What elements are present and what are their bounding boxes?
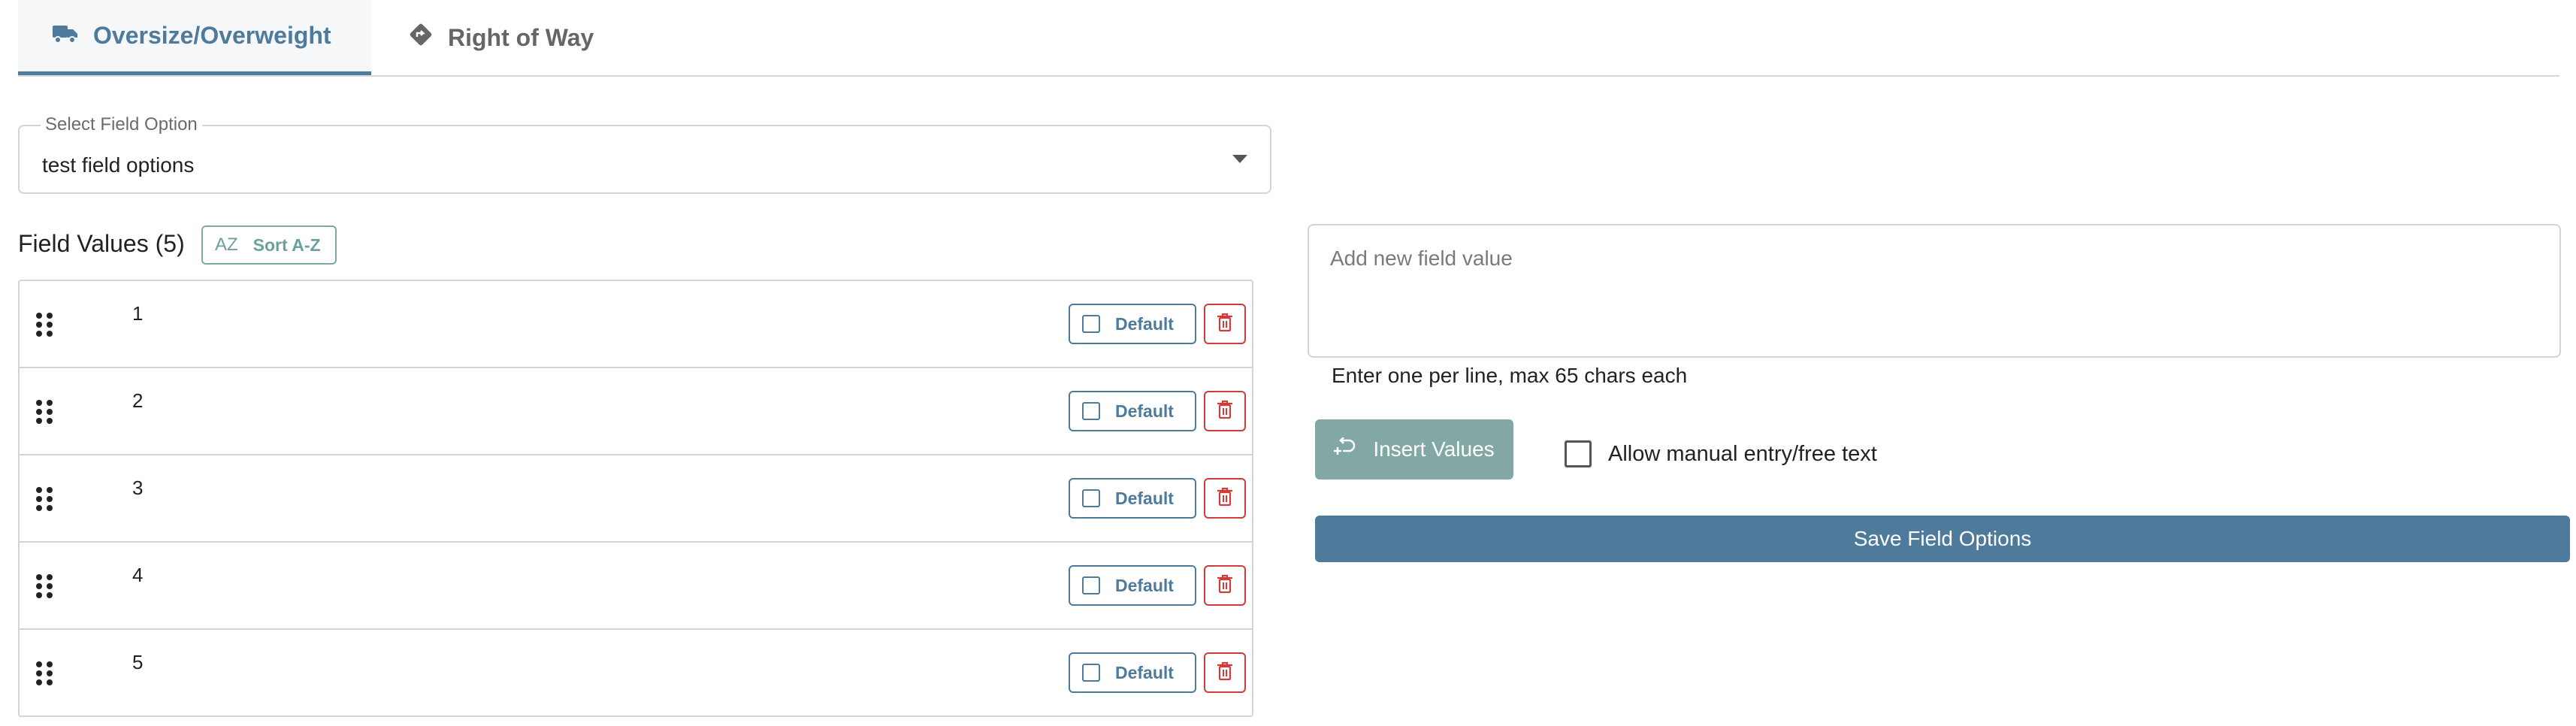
default-label: Default <box>1115 488 1174 508</box>
default-toggle-button[interactable]: Default <box>1069 478 1196 519</box>
delete-button[interactable] <box>1204 478 1246 519</box>
default-toggle-button[interactable]: Default <box>1069 391 1196 431</box>
truck-icon <box>53 22 93 50</box>
trash-icon <box>1217 574 1233 597</box>
drag-handle-icon[interactable] <box>36 574 54 598</box>
checkbox-icon <box>1082 576 1100 594</box>
checkbox-icon[interactable] <box>1565 440 1592 467</box>
checkbox-icon <box>1082 315 1100 333</box>
field-values-list: 1 Default 2 Default 3 Default 4 Default 5 Default <box>18 280 1253 717</box>
save-field-options-button[interactable]: Save Field Options <box>1315 516 2570 562</box>
tab-label: Oversize/Overweight <box>93 22 331 49</box>
trash-icon <box>1217 661 1233 685</box>
tab-oversize-overweight[interactable]: Oversize/Overweight <box>18 0 371 75</box>
insert-values-button[interactable]: Insert Values <box>1315 419 1513 479</box>
list-item: 5 Default <box>20 630 1252 715</box>
field-value-text: 5 <box>132 651 144 673</box>
trash-icon <box>1217 487 1233 510</box>
default-label: Default <box>1115 401 1174 421</box>
field-value-text: 1 <box>132 302 144 325</box>
insert-icon <box>1334 436 1373 462</box>
field-values-title: Field Values (5) <box>18 230 185 257</box>
tab-bar: Oversize/Overweight Right of Way <box>18 0 2559 77</box>
tab-label: Right of Way <box>448 23 594 51</box>
drag-handle-icon[interactable] <box>36 661 54 685</box>
delete-button[interactable] <box>1204 652 1246 693</box>
save-label: Save Field Options <box>1853 527 2032 550</box>
field-value-text: 3 <box>132 476 144 499</box>
manual-entry-checkbox[interactable]: Allow manual entry/free text <box>1565 440 1877 467</box>
list-item: 1 Default <box>20 281 1252 368</box>
drag-handle-icon[interactable] <box>36 313 54 337</box>
delete-button[interactable] <box>1204 565 1246 606</box>
sort-alpha-icon: AZ <box>215 234 238 255</box>
select-value: test field options <box>42 153 195 177</box>
list-item: 4 Default <box>20 543 1252 630</box>
field-value-text: 4 <box>132 564 144 586</box>
checkbox-icon <box>1082 402 1100 420</box>
sort-label: Sort A-Z <box>252 234 321 255</box>
select-label: Select Field Option <box>41 114 202 135</box>
list-item: 3 Default <box>20 455 1252 543</box>
list-item: 2 Default <box>20 368 1252 455</box>
trash-icon <box>1217 400 1233 423</box>
insert-label: Insert Values <box>1373 437 1495 461</box>
sort-a-z-button[interactable]: AZ Sort A-Z <box>201 225 337 265</box>
default-label: Default <box>1115 575 1174 595</box>
caret-down-icon <box>1232 155 1247 163</box>
new-field-value-input[interactable] <box>1308 224 2561 358</box>
default-label: Default <box>1115 313 1174 334</box>
drag-handle-icon[interactable] <box>36 400 54 424</box>
trash-icon <box>1217 313 1233 336</box>
tab-right-of-way[interactable]: Right of Way <box>409 0 634 75</box>
default-toggle-button[interactable]: Default <box>1069 652 1196 693</box>
drag-handle-icon[interactable] <box>36 487 54 511</box>
field-option-select[interactable]: Select Field Option test field options <box>18 114 1271 194</box>
helper-text: Enter one per line, max 65 chars each <box>1332 364 1688 387</box>
field-value-text: 2 <box>132 389 144 412</box>
delete-button[interactable] <box>1204 391 1246 431</box>
checkbox-icon <box>1082 664 1100 682</box>
checkbox-icon <box>1082 489 1100 507</box>
default-toggle-button[interactable]: Default <box>1069 304 1196 344</box>
manual-entry-label: Allow manual entry/free text <box>1608 441 1877 466</box>
default-label: Default <box>1115 662 1174 682</box>
delete-button[interactable] <box>1204 304 1246 344</box>
default-toggle-button[interactable]: Default <box>1069 565 1196 606</box>
diamond-directions-icon <box>409 23 448 53</box>
